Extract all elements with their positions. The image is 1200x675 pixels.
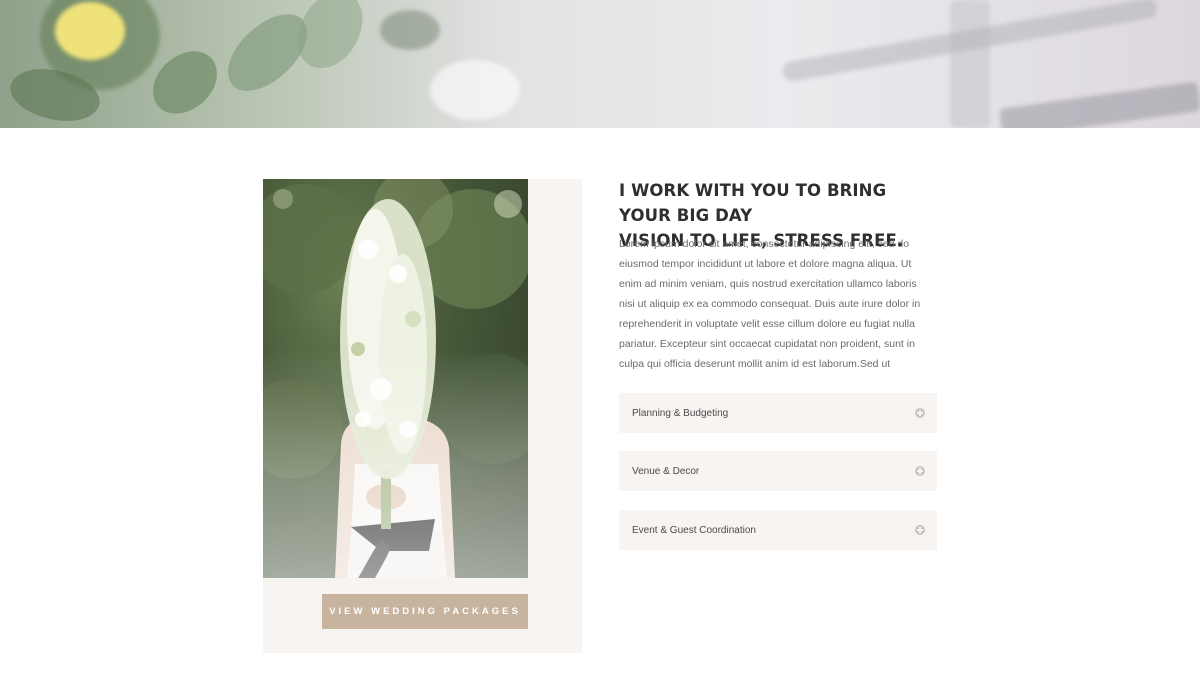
- hero-image: [0, 0, 1200, 128]
- accordion-title: Planning & Budgeting: [632, 407, 729, 419]
- bride-holding-flowers-photo: [263, 179, 528, 578]
- heading-line-1: I WORK WITH YOU TO BRING YOUR BIG DAY: [619, 181, 887, 225]
- accordion-item-planning-budgeting[interactable]: Planning & Budgeting: [619, 393, 937, 433]
- accordion-item-event-guest-coordination[interactable]: Event & Guest Coordination: [619, 510, 937, 550]
- view-wedding-packages-button[interactable]: VIEW WEDDING PACKAGES: [322, 594, 528, 629]
- photo-fade-overlay: [263, 348, 528, 578]
- accordion-title: Event & Guest Coordination: [632, 524, 756, 536]
- plus-circle-icon: [915, 408, 925, 418]
- accordion-item-venue-decor[interactable]: Venue & Decor: [619, 451, 937, 491]
- section-body-text: Lorem ipsum dolor sit amet, consectetur …: [619, 238, 921, 370]
- accordion-title: Venue & Decor: [632, 465, 700, 477]
- plus-circle-icon: [915, 525, 925, 535]
- plus-circle-icon: [915, 466, 925, 476]
